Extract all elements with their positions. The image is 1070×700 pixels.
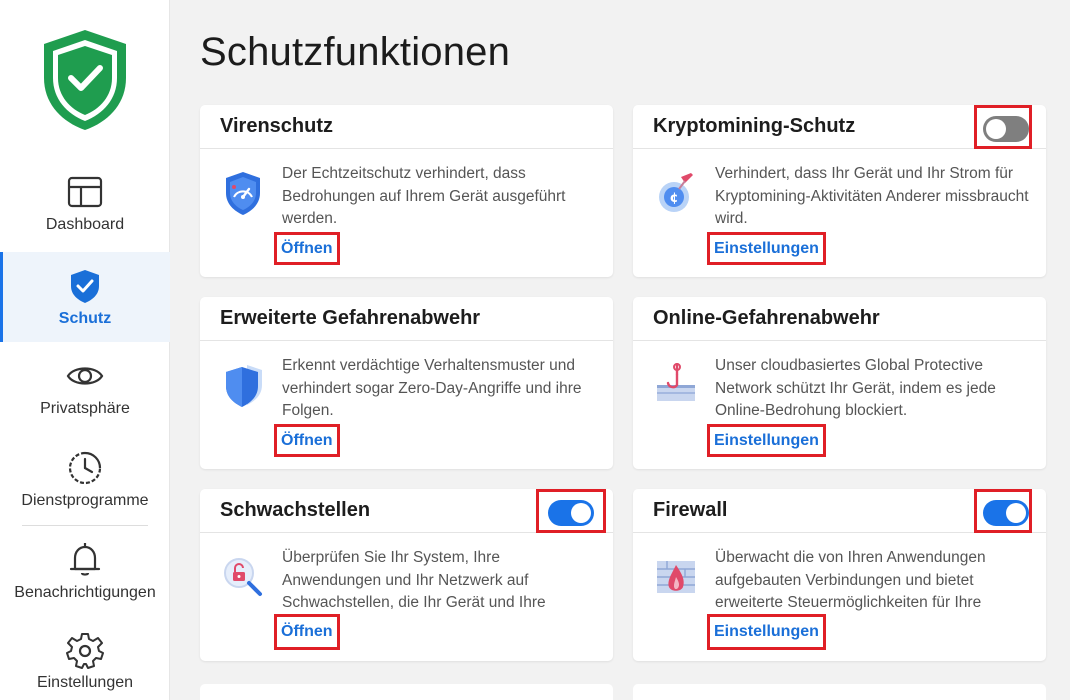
card-description: Überwacht die von Ihren Anwendungen aufg… <box>715 549 986 611</box>
card-title: Firewall <box>653 499 728 521</box>
sidebar-item-dashboard[interactable]: Dashboard <box>0 172 170 262</box>
layered-shield-icon <box>226 365 262 407</box>
sidebar-item-schutz[interactable]: Schutz <box>0 252 170 342</box>
page-title: Schutzfunktionen <box>200 30 511 74</box>
sidebar: Dashboard Schutz Privatsphäre Dienstprog… <box>0 0 170 700</box>
card-title: Kryptomining-Schutz <box>653 115 856 137</box>
firewall-icon <box>657 561 695 593</box>
app-logo-shield-icon <box>44 30 126 130</box>
card-partial-left <box>200 684 613 700</box>
card-description: Überprüfen Sie Ihr System, Ihre Anwendun… <box>282 549 546 611</box>
magnifier-lock-icon <box>224 558 262 596</box>
sidebar-item-label: Privatsphäre <box>40 400 130 417</box>
sidebar-divider <box>22 525 148 526</box>
shield-gauge-icon <box>226 172 260 215</box>
kryptomining-toggle[interactable] <box>983 116 1029 142</box>
card-description: Unser cloudbasiertes Global Protective N… <box>715 357 996 419</box>
card-header: Virenschutz <box>200 105 613 149</box>
sidebar-item-label: Dienstprogramme <box>21 492 149 509</box>
settings-link[interactable]: Einstellungen <box>707 424 826 457</box>
card-online-gefahrenabwehr: Online-Gefahrenabwehr Unser cloudbasiert… <box>633 297 1046 469</box>
card-virenschutz: Virenschutz Der Echtzeitschutz verhinder… <box>200 105 613 277</box>
card-body: Unser cloudbasiertes Global Protective N… <box>633 341 1046 469</box>
card-header: Online-Gefahrenabwehr <box>633 297 1046 341</box>
dashboard-icon <box>67 176 103 208</box>
shield-check-icon <box>71 270 99 303</box>
toggle-highlight <box>974 489 1032 533</box>
bell-icon <box>69 543 101 576</box>
card-firewall: Firewall Überwacht die von Ihren Anwendu… <box>633 489 1046 661</box>
open-link[interactable]: Öffnen <box>274 614 340 650</box>
card-title: Online-Gefahrenabwehr <box>653 307 880 329</box>
speed-gauge-icon <box>68 451 102 485</box>
card-header: Schwachstellen <box>200 489 613 533</box>
sidebar-item-label: Dashboard <box>45 216 125 233</box>
sidebar-item-label: Benachrichtigungen <box>14 584 156 601</box>
card-description: Der Echtzeitschutz verhindert, dass Bedr… <box>282 165 566 227</box>
card-header: Firewall <box>633 489 1046 533</box>
card-body: Überprüfen Sie Ihr System, Ihre Anwendun… <box>200 533 613 661</box>
open-link[interactable]: Öffnen <box>274 424 340 457</box>
card-title: Virenschutz <box>220 115 333 137</box>
card-body: Überwacht die von Ihren Anwendungen aufg… <box>633 533 1046 661</box>
toggle-knob <box>571 503 591 523</box>
card-header: Kryptomining-Schutz <box>633 105 1046 149</box>
card-title: Schwachstellen <box>220 499 371 521</box>
firewall-toggle[interactable] <box>983 500 1029 526</box>
settings-link[interactable]: Einstellungen <box>707 614 826 650</box>
svg-text:¢: ¢ <box>669 191 678 206</box>
card-title: Erweiterte Gefahrenabwehr <box>220 307 481 329</box>
open-link[interactable]: Öffnen <box>274 232 340 265</box>
toggle-highlight <box>974 105 1032 149</box>
schwachstellen-toggle[interactable] <box>548 500 594 526</box>
eye-icon <box>66 367 104 385</box>
card-erweiterte-gefahrenabwehr: Erweiterte Gefahrenabwehr Erkennt verdäc… <box>200 297 613 469</box>
gear-icon <box>66 633 104 669</box>
card-kryptomining-schutz: Kryptomining-Schutz ¢ Verhindert, dass I… <box>633 105 1046 277</box>
sidebar-item-label: Einstellungen <box>36 674 134 691</box>
sidebar-item-label: Schutz <box>58 310 112 327</box>
sidebar-item-einstellungen[interactable]: Einstellungen <box>0 630 170 700</box>
card-partial-right <box>633 684 1046 700</box>
toggle-knob <box>1006 503 1026 523</box>
sidebar-item-privatsphaere[interactable]: Privatsphäre <box>0 356 170 446</box>
settings-link[interactable]: Einstellungen <box>707 232 826 265</box>
sidebar-item-benachrichtigungen[interactable]: Benachrichtigungen <box>0 540 170 630</box>
card-description: Verhindert, dass Ihr Gerät und Ihr Strom… <box>715 165 1029 227</box>
card-schwachstellen: Schwachstellen Überprüfen Sie Ihr System… <box>200 489 613 661</box>
phishing-hook-icon <box>657 363 695 401</box>
card-description: Erkennt verdächtige Verhaltensmuster und… <box>282 357 582 419</box>
toggle-highlight <box>536 489 606 533</box>
card-body: ¢ Verhindert, dass Ihr Gerät und Ihr Str… <box>633 149 1046 277</box>
card-body: Erkennt verdächtige Verhaltensmuster und… <box>200 341 613 469</box>
card-body: Der Echtzeitschutz verhindert, dass Bedr… <box>200 149 613 277</box>
crypto-coin-icon: ¢ <box>659 173 693 212</box>
toggle-knob <box>986 119 1006 139</box>
card-header: Erweiterte Gefahrenabwehr <box>200 297 613 341</box>
